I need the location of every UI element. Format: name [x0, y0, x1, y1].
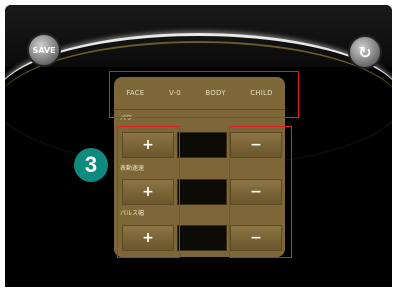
reset-icon: ↻: [358, 42, 372, 62]
power-display: [177, 132, 227, 158]
step-number-badge: 3: [74, 148, 108, 182]
highlight-minus-column: [229, 126, 292, 258]
save-button[interactable]: SAVE: [27, 33, 61, 67]
highlight-plus-column: [117, 126, 180, 258]
speed-display: [177, 179, 227, 205]
reset-button[interactable]: ↻: [348, 35, 382, 69]
pulse-display: [177, 225, 227, 251]
highlight-mode-row: [109, 71, 299, 118]
